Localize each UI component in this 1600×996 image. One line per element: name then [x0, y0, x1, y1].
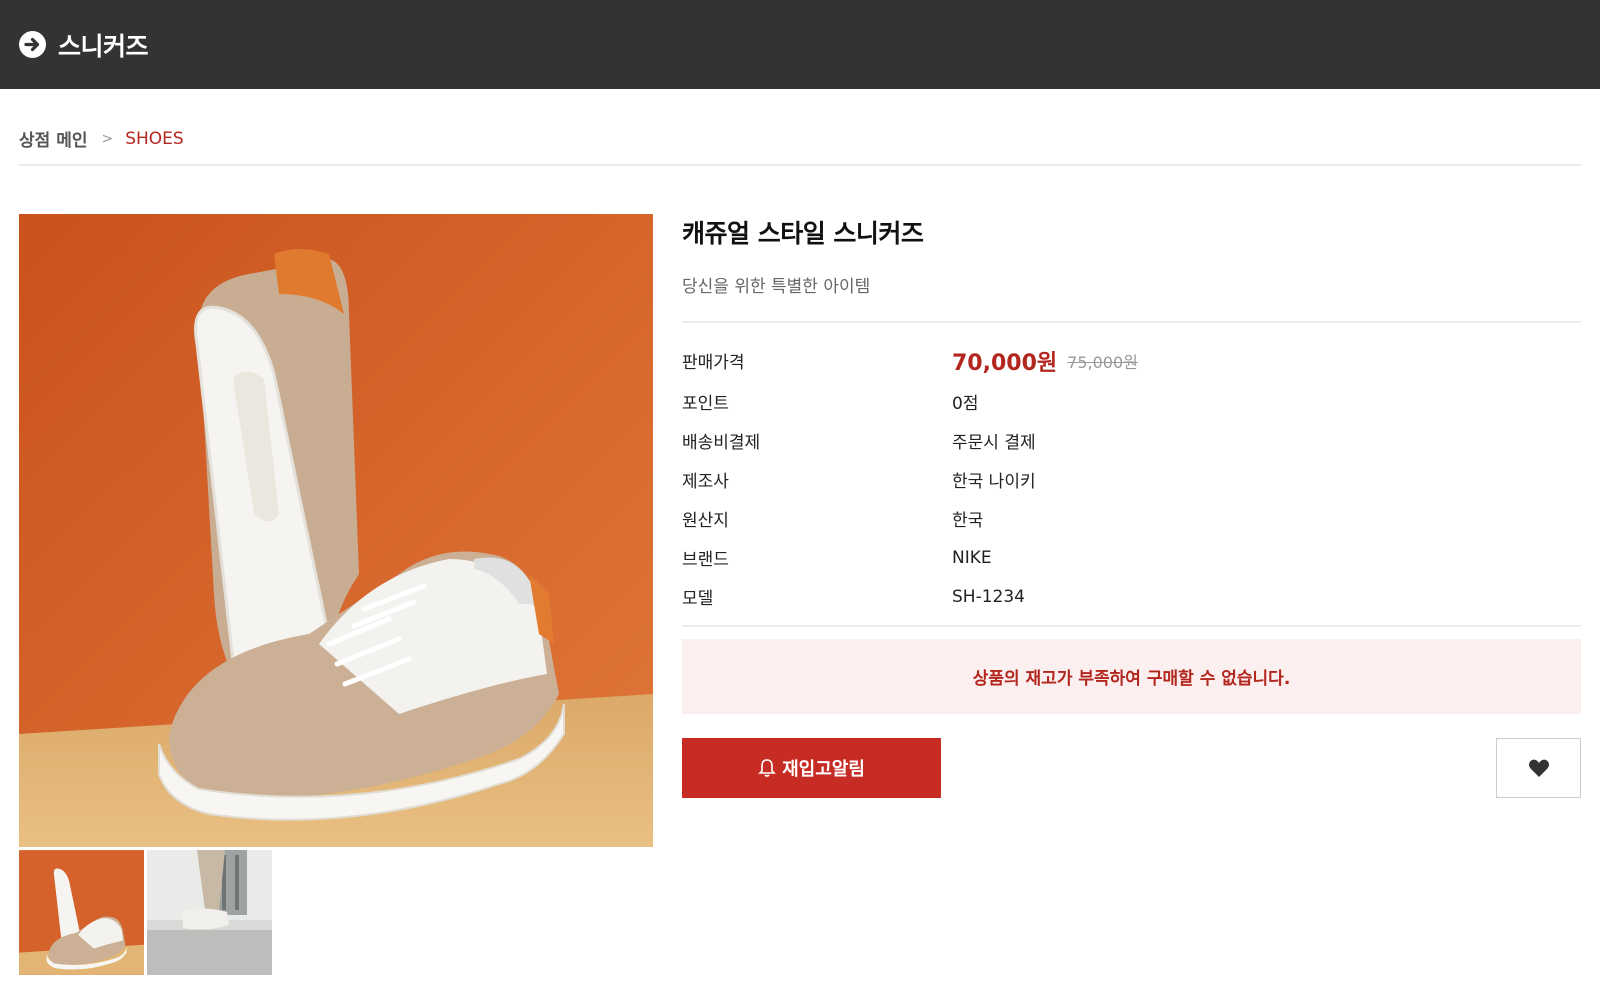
breadcrumb-current-link[interactable]: SHOES: [125, 129, 184, 149]
restock-button-label: 재입고알림: [782, 759, 865, 779]
action-bar: 재입고알림: [682, 738, 1581, 798]
breadcrumb-separator: >: [101, 130, 114, 147]
spec-value: 한국: [952, 511, 984, 531]
product-name: 캐쥬얼 스타일 스니커즈: [682, 219, 924, 248]
sale-price: 70,000원: [952, 350, 1058, 376]
heart-icon: [1528, 759, 1549, 777]
spec-value: 0점: [952, 394, 979, 414]
spec-value: NIKE: [952, 547, 992, 568]
spec-label: 배송비결제: [682, 433, 761, 453]
soldout-notice: 상품의 재고가 부족하여 구매할 수 없습니다.: [682, 639, 1581, 714]
spec-row-origin: 원산지 한국: [682, 499, 1581, 538]
divider: [682, 321, 1581, 323]
spec-label: 원산지: [682, 511, 729, 531]
spec-label: 판매가격: [682, 353, 745, 373]
thumbnail-2[interactable]: [147, 850, 272, 975]
spec-value: 한국 나이키: [952, 472, 1036, 492]
original-price: 75,000원: [1067, 352, 1138, 372]
spec-label: 브랜드: [682, 550, 729, 570]
product-info: 캐쥬얼 스타일 스니커즈 당신을 위한 특별한 아이템 판매가격 70,000원…: [682, 210, 1581, 798]
breadcrumb: 상점 메인 > SHOES: [19, 126, 184, 152]
spec-value: SH-1234: [952, 586, 1025, 607]
thumbnail-1[interactable]: [19, 850, 144, 975]
bell-icon: [758, 759, 777, 777]
spec-row-brand: 브랜드 NIKE: [682, 538, 1581, 577]
spec-row-manufacturer: 제조사 한국 나이키: [682, 460, 1581, 499]
divider: [19, 164, 1581, 166]
thumbnail-list: [19, 850, 272, 975]
product-description: 당신을 위한 특별한 아이템: [682, 277, 871, 297]
spec-row-point: 포인트 0점: [682, 382, 1581, 421]
spec-label: 제조사: [682, 472, 729, 492]
arrow-circle-right-icon[interactable]: [19, 31, 46, 58]
divider: [682, 625, 1581, 627]
spec-label: 모델: [682, 589, 714, 609]
wishlist-button[interactable]: [1496, 738, 1581, 798]
spec-row-model: 모델 SH-1234: [682, 577, 1581, 616]
page-title: 스니커즈: [58, 31, 149, 61]
product-main-image: [19, 214, 653, 847]
breadcrumb-home-link[interactable]: 상점 메인: [19, 126, 87, 151]
spec-table: 판매가격 70,000원 75,000원 포인트 0점 배송비결제 주문시 결제…: [682, 339, 1581, 616]
spec-row-shipping: 배송비결제 주문시 결제: [682, 421, 1581, 460]
spec-value: 주문시 결제: [952, 433, 1036, 453]
top-bar: 스니커즈: [0, 0, 1600, 89]
restock-alert-button[interactable]: 재입고알림: [682, 738, 941, 798]
spec-label: 포인트: [682, 394, 729, 414]
spec-row-price: 판매가격 70,000원 75,000원: [682, 339, 1581, 382]
